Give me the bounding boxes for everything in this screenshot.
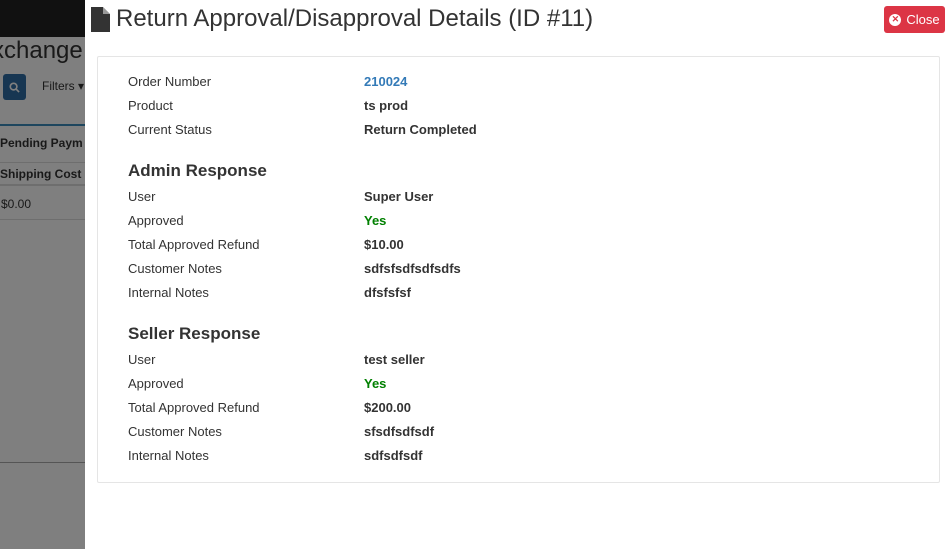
return-details-modal: Return Approval/Disapproval Details (ID … bbox=[85, 0, 952, 549]
admin-refund-row: Total Approved Refund $10.00 bbox=[128, 235, 928, 255]
admin-customer-notes-value: sdfsfsdfsdfsdfs bbox=[364, 261, 461, 276]
details-card: Order Number 210024 Product ts prod Curr… bbox=[97, 56, 940, 483]
seller-internal-notes-label: Internal Notes bbox=[128, 448, 209, 463]
current-status-row: Current Status Return Completed bbox=[128, 120, 928, 140]
seller-user-label: User bbox=[128, 352, 156, 367]
seller-refund-row: Total Approved Refund $200.00 bbox=[128, 398, 928, 418]
current-status-label: Current Status bbox=[128, 122, 212, 137]
seller-response-heading: Seller Response bbox=[128, 324, 261, 343]
admin-internal-notes-row: Internal Notes dfsfsfsf bbox=[128, 283, 928, 303]
current-status-value: Return Completed bbox=[364, 122, 477, 137]
admin-customer-notes-row: Customer Notes sdfsfsdfsdfsdfs bbox=[128, 259, 928, 279]
admin-response-heading: Admin Response bbox=[128, 161, 267, 180]
admin-internal-notes-value: dfsfsfsf bbox=[364, 285, 411, 300]
admin-approved-value: Yes bbox=[364, 213, 387, 228]
seller-user-row: User test seller bbox=[128, 350, 928, 370]
admin-internal-notes-label: Internal Notes bbox=[128, 285, 209, 300]
admin-user-row: User Super User bbox=[128, 187, 928, 207]
seller-internal-notes-value: sdfsdfsdf bbox=[364, 448, 423, 463]
admin-user-value: Super User bbox=[364, 189, 434, 204]
seller-refund-label: Total Approved Refund bbox=[128, 400, 260, 415]
product-label: Product bbox=[128, 98, 173, 113]
file-icon bbox=[91, 6, 110, 32]
seller-approved-row: Approved Yes bbox=[128, 374, 928, 394]
close-button[interactable]: ✕ Close bbox=[884, 6, 945, 33]
seller-customer-notes-row: Customer Notes sfsdfsdfsdf bbox=[128, 422, 928, 442]
admin-approved-label: Approved bbox=[128, 213, 184, 228]
seller-internal-notes-row: Internal Notes sdfsdfsdf bbox=[128, 446, 928, 466]
order-number-row: Order Number 210024 bbox=[128, 72, 928, 92]
seller-approved-label: Approved bbox=[128, 376, 184, 391]
seller-refund-value: $200.00 bbox=[364, 400, 411, 415]
close-button-label: Close bbox=[906, 12, 940, 27]
admin-user-label: User bbox=[128, 189, 156, 204]
admin-approved-row: Approved Yes bbox=[128, 211, 928, 231]
admin-customer-notes-label: Customer Notes bbox=[128, 261, 222, 276]
seller-customer-notes-label: Customer Notes bbox=[128, 424, 222, 439]
modal-title-text: Return Approval/Disapproval Details (ID … bbox=[116, 5, 594, 32]
product-row: Product ts prod bbox=[128, 96, 928, 116]
seller-customer-notes-value: sfsdfsdfsdf bbox=[364, 424, 435, 439]
seller-approved-value: Yes bbox=[364, 376, 387, 391]
order-number-link[interactable]: 210024 bbox=[364, 74, 407, 89]
seller-user-value: test seller bbox=[364, 352, 425, 367]
modal-title: Return Approval/Disapproval Details (ID … bbox=[91, 5, 593, 33]
modal-header: Return Approval/Disapproval Details (ID … bbox=[85, 0, 952, 45]
admin-refund-value: $10.00 bbox=[364, 237, 404, 252]
product-value: ts prod bbox=[364, 98, 409, 113]
admin-refund-label: Total Approved Refund bbox=[128, 237, 260, 252]
order-number-label: Order Number bbox=[128, 74, 212, 89]
close-icon: ✕ bbox=[889, 13, 902, 26]
